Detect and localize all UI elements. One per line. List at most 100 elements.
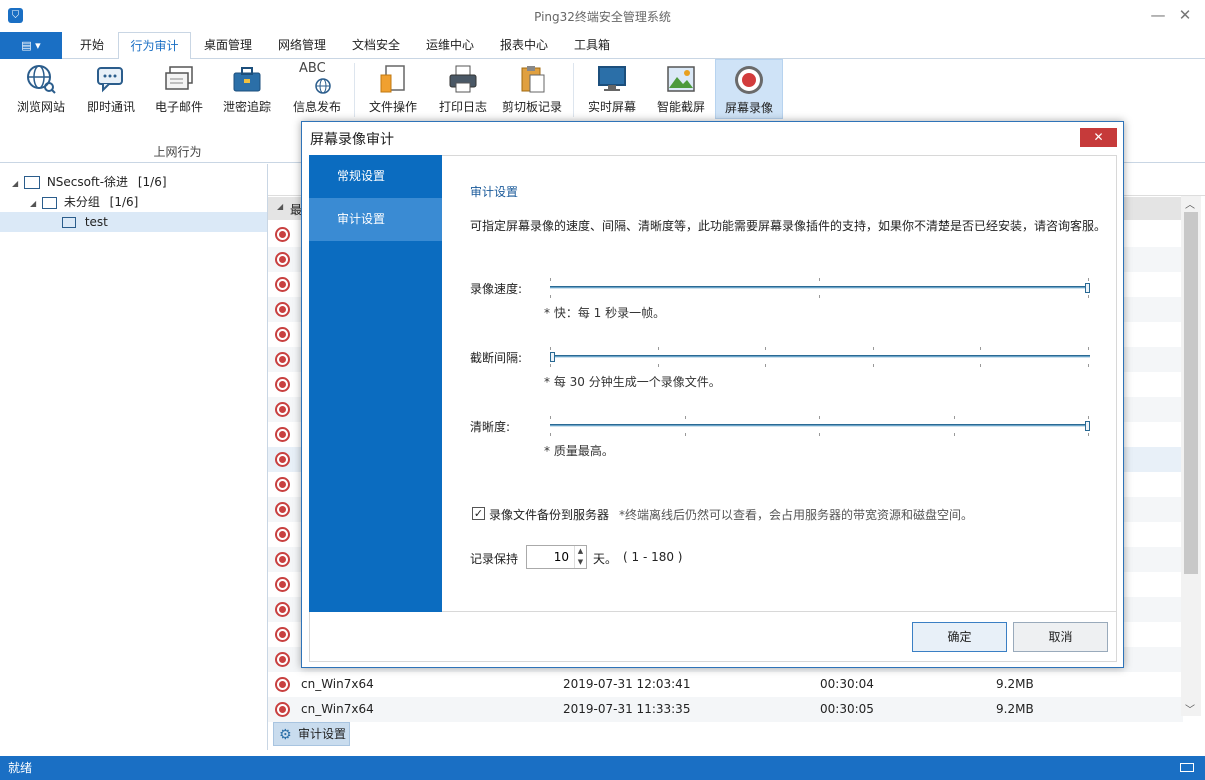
slider-label-quality: 清晰度: <box>470 420 511 434</box>
leak-trace-button[interactable]: 泄密追踪 <box>218 59 276 119</box>
record-icon <box>275 302 290 317</box>
record-icon <box>735 66 763 94</box>
ok-button[interactable]: 确定 <box>912 622 1007 652</box>
quality-note: * 质量最高。 <box>544 444 614 458</box>
tab-behavior-audit[interactable]: 行为审计 <box>118 32 191 60</box>
description-text: 可指定屏幕录像的速度、间隔、清晰度等，此功能需要屏幕录像插件的支持，如果你不清楚… <box>470 219 1107 233</box>
abc-globe-icon: ABC <box>299 61 333 95</box>
expand-arrow-icon[interactable]: ◢ <box>30 199 36 208</box>
backup-checkbox[interactable]: ✓ <box>472 507 485 520</box>
ribbon-separator <box>573 63 574 117</box>
device-tree: ◢ NSecsoft-徐进 [1/6] ◢ 未分组 [1/6] test <box>0 164 268 750</box>
keyboard-icon <box>1180 763 1194 772</box>
menu-bar: ▤ ▾ 开始 行为审计 桌面管理 网络管理 文档安全 运维中心 报表中心 工具箱 <box>0 32 1205 60</box>
interval-slider[interactable] <box>550 347 1090 367</box>
cancel-button[interactable]: 取消 <box>1013 622 1108 652</box>
dialog-content: 审计设置 可指定屏幕录像的速度、间隔、清晰度等，此功能需要屏幕录像插件的支持，如… <box>442 155 1117 612</box>
tab-document[interactable]: 文档安全 <box>344 32 408 59</box>
collapse-arrow-icon[interactable]: ◢ <box>277 202 283 211</box>
im-button[interactable]: 即时通讯 <box>82 59 140 119</box>
list-scrollbar[interactable]: ︿ ﹀ <box>1181 196 1201 716</box>
tab-network[interactable]: 网络管理 <box>270 32 334 59</box>
network-icon <box>23 176 40 189</box>
cell-name: cn_Win7x64 <box>301 677 374 691</box>
tree-node-group[interactable]: ◢ 未分组 [1/6] <box>30 192 138 212</box>
scroll-down-icon[interactable]: ﹀ <box>1185 701 1195 716</box>
record-icon <box>275 452 290 467</box>
tree-node-label: test <box>84 215 108 229</box>
cell-size: 9.2MB <box>996 702 1034 716</box>
tab-toolbox[interactable]: 工具箱 <box>566 32 618 59</box>
record-icon <box>275 527 290 542</box>
chat-icon <box>97 67 123 93</box>
email-button[interactable]: 电子邮件 <box>150 59 208 119</box>
speed-note: * 快：每 1 秒录一帧。 <box>544 306 666 320</box>
screen-record-button[interactable]: 屏幕录像 <box>715 59 783 119</box>
live-screen-button[interactable]: 实时屏幕 <box>583 59 641 119</box>
ribbon-label: 浏览网站 <box>16 100 65 114</box>
dialog-nav: 常规设置 审计设置 <box>309 155 442 612</box>
record-icon <box>275 327 290 342</box>
dialog-title: 屏幕录像审计 <box>310 132 394 148</box>
tree-node-label: 未分组 <box>63 195 100 209</box>
cell-duration: 00:30:04 <box>820 677 874 691</box>
backup-label[interactable]: 录像文件备份到服务器 <box>489 506 609 523</box>
spin-up-icon[interactable]: ▲ <box>574 546 586 557</box>
nav-general-settings[interactable]: 常规设置 <box>309 155 442 198</box>
table-row[interactable]: cn_Win7x64 2019-07-31 12:03:41 00:30:04 … <box>268 672 1183 697</box>
audit-settings-tab[interactable]: ⚙ 审计设置 <box>273 722 350 746</box>
print-log-button[interactable]: 打印日志 <box>434 59 492 119</box>
speed-slider-thumb[interactable] <box>1085 283 1090 293</box>
screen-record-audit-dialog: 屏幕录像审计 ✕ 常规设置 审计设置 审计设置 可指定屏幕录像的速度、间隔、清晰… <box>301 121 1124 668</box>
info-publish-button[interactable]: ABC 信息发布 <box>288 59 346 119</box>
file-ops-button[interactable]: 文件操作 <box>364 59 422 119</box>
clipboard-button[interactable]: 剪切板记录 <box>498 59 566 119</box>
dialog-footer: 确定 取消 <box>309 612 1117 662</box>
file-menu-button[interactable]: ▤ ▾ <box>0 32 62 59</box>
tab-start[interactable]: 开始 <box>72 32 112 59</box>
minimize-icon[interactable]: — <box>1148 5 1168 25</box>
tree-node-count: [1/6] <box>109 195 139 209</box>
tab-desktop[interactable]: 桌面管理 <box>196 32 260 59</box>
ribbon-label: 电子邮件 <box>154 100 203 114</box>
table-row[interactable]: cn_Win7x64 2019-07-31 11:33:35 00:30:05 … <box>268 697 1183 722</box>
tab-reports[interactable]: 报表中心 <box>492 32 556 59</box>
record-icon <box>275 427 290 442</box>
tree-node-label: NSecsoft-徐进 <box>46 175 129 189</box>
spin-down-icon[interactable]: ▼ <box>574 557 586 568</box>
quality-slider-thumb[interactable] <box>1085 421 1090 431</box>
ribbon-label: 实时屏幕 <box>587 100 636 114</box>
close-window-icon[interactable]: ✕ <box>1175 5 1195 25</box>
record-icon <box>275 402 290 417</box>
backup-hint: *终端离线后仍然可以查看，会占用服务器的带宽资源和磁盘空间。 <box>619 508 974 522</box>
record-icon <box>275 677 290 692</box>
tree-node-root[interactable]: ◢ NSecsoft-徐进 [1/6] <box>12 172 167 192</box>
scroll-thumb[interactable] <box>1184 212 1198 574</box>
retention-input[interactable] <box>527 546 573 568</box>
monitor-icon <box>598 66 626 91</box>
cell-time: 2019-07-31 12:03:41 <box>563 677 691 691</box>
interval-slider-thumb[interactable] <box>550 352 555 362</box>
quality-slider[interactable] <box>550 416 1090 436</box>
status-text: 就绪 <box>8 761 33 775</box>
retention-stepper[interactable]: ▲ ▼ <box>526 545 587 569</box>
speed-slider[interactable] <box>550 278 1090 298</box>
browse-web-button[interactable]: 浏览网站 <box>12 59 70 119</box>
scroll-up-icon[interactable]: ︿ <box>1185 196 1195 211</box>
nav-audit-settings[interactable]: 审计设置 <box>309 198 442 241</box>
record-icon <box>275 277 290 292</box>
expand-arrow-icon[interactable]: ◢ <box>12 179 18 188</box>
ribbon-label: 打印日志 <box>438 100 487 114</box>
smart-capture-button[interactable]: 智能截屏 <box>651 59 711 119</box>
dialog-close-button[interactable]: ✕ <box>1080 128 1117 147</box>
title-bar: ⛉ Ping32终端安全管理系统 — ✕ <box>0 0 1205 32</box>
ribbon-label: 信息发布 <box>292 100 341 114</box>
tree-node-computer[interactable]: test <box>0 212 267 232</box>
record-icon <box>275 377 290 392</box>
interval-note: * 每 30 分钟生成一个录像文件。 <box>544 375 721 389</box>
file-icon <box>380 65 405 93</box>
record-icon <box>275 652 290 667</box>
tab-ops[interactable]: 运维中心 <box>418 32 482 59</box>
briefcase-icon <box>233 67 261 92</box>
ribbon-label: 即时通讯 <box>86 100 135 114</box>
